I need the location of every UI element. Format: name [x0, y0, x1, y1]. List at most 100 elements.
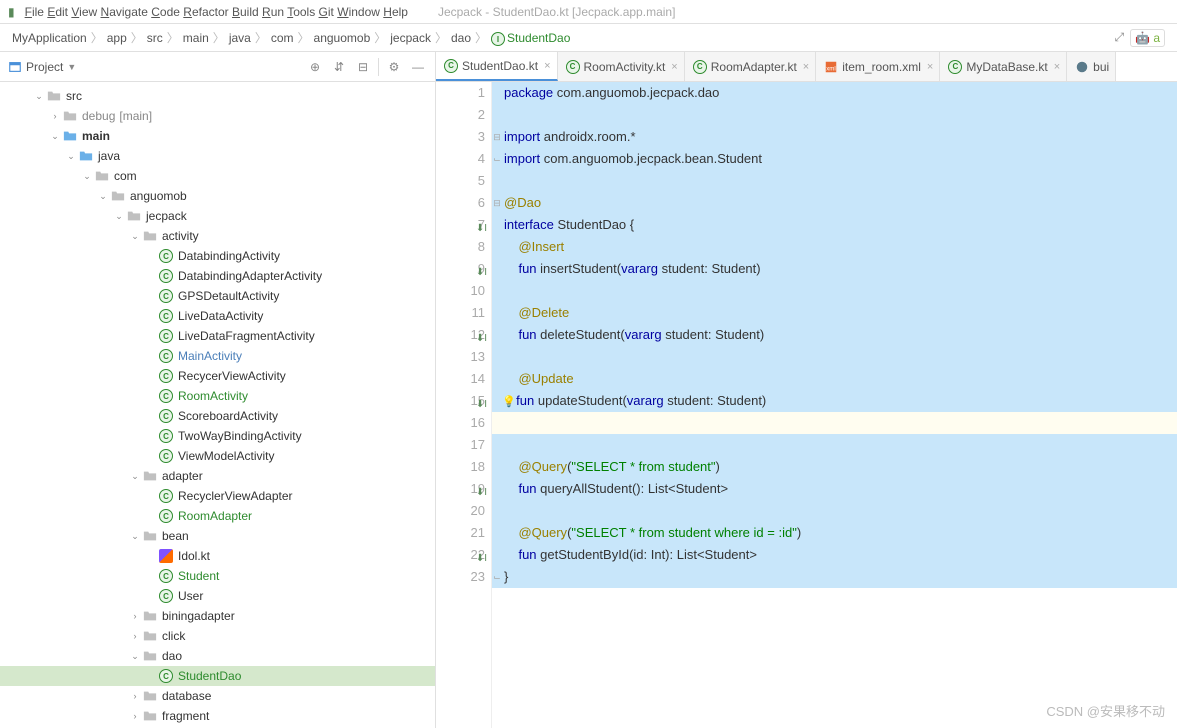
tree-item-scoreboardactivity[interactable]: CScoreboardActivity: [0, 406, 435, 426]
implements-icon[interactable]: ⬇I: [475, 482, 487, 494]
menu-navigate[interactable]: Navigate: [101, 5, 148, 19]
breadcrumb-app[interactable]: app: [103, 31, 131, 45]
code-line-8[interactable]: @Insert: [492, 236, 1177, 258]
code-line-16[interactable]: [492, 412, 1177, 434]
code-line-21[interactable]: @Query("SELECT * from student where id =…: [492, 522, 1177, 544]
gutter-line-13[interactable]: 13: [436, 346, 485, 368]
tree-arrow[interactable]: ⌄: [96, 191, 110, 202]
tree-arrow[interactable]: ⌄: [128, 231, 142, 242]
close-icon[interactable]: ×: [1054, 61, 1060, 73]
implements-icon[interactable]: ⬇I: [475, 394, 487, 406]
code-line-17[interactable]: [492, 434, 1177, 456]
code-line-9[interactable]: fun insertStudent(vararg student: Studen…: [492, 258, 1177, 280]
project-tree[interactable]: ⌄src›debug[main]⌄main⌄java⌄com⌄anguomob⌄…: [0, 82, 435, 728]
gear-icon[interactable]: ⚙: [385, 60, 403, 74]
android-icon[interactable]: 🤖 a: [1130, 29, 1165, 47]
gutter-line-3[interactable]: 3: [436, 126, 485, 148]
menu-view[interactable]: View: [71, 5, 97, 19]
tree-item-twowaybindingactivity[interactable]: CTwoWayBindingActivity: [0, 426, 435, 446]
tree-item-user[interactable]: CUser: [0, 586, 435, 606]
gutter-line-15[interactable]: 15⬇I: [436, 390, 485, 412]
close-icon[interactable]: ×: [803, 61, 809, 73]
gutter-line-9[interactable]: 9⬇I: [436, 258, 485, 280]
tab-bui[interactable]: bui: [1067, 52, 1116, 81]
tab-item_room-xml[interactable]: xmlitem_room.xml×: [816, 52, 940, 81]
tree-arrow[interactable]: ⌄: [128, 651, 142, 662]
code-line-20[interactable]: [492, 500, 1177, 522]
tree-arrow[interactable]: ⌄: [112, 211, 126, 222]
tree-item-idol.kt[interactable]: Idol.kt: [0, 546, 435, 566]
tree-item-com[interactable]: ⌄com: [0, 166, 435, 186]
code-line-19[interactable]: fun queryAllStudent(): List<Student>: [492, 478, 1177, 500]
gutter-line-1[interactable]: 1: [436, 82, 485, 104]
close-icon[interactable]: ×: [671, 61, 677, 73]
breadcrumb-java[interactable]: java: [225, 31, 255, 45]
collapse-icon[interactable]: ⊟: [354, 60, 372, 74]
editor-body[interactable]: 1234567⬇I89⬇I101112⬇I131415⬇I16171819⬇I2…: [436, 82, 1177, 728]
tree-item-java[interactable]: ⌄java: [0, 146, 435, 166]
gutter-line-14[interactable]: 14: [436, 368, 485, 390]
tree-item-jecpack[interactable]: ⌄jecpack: [0, 206, 435, 226]
tree-arrow[interactable]: ›: [48, 111, 62, 121]
menu-file[interactable]: File: [25, 5, 44, 19]
code-line-2[interactable]: [492, 104, 1177, 126]
build-icon[interactable]: ⤢: [1114, 30, 1124, 45]
tree-item-gpsdetaultactivity[interactable]: CGPSDetaultActivity: [0, 286, 435, 306]
breadcrumb-src[interactable]: src: [143, 31, 167, 45]
breadcrumb-anguomob[interactable]: anguomob: [310, 31, 375, 45]
implements-icon[interactable]: ⬇I: [475, 218, 487, 230]
tree-item-click[interactable]: ›click: [0, 626, 435, 646]
tree-item-activity[interactable]: ⌄activity: [0, 226, 435, 246]
gutter-line-12[interactable]: 12⬇I: [436, 324, 485, 346]
hide-icon[interactable]: —: [409, 60, 427, 74]
gutter-line-7[interactable]: 7⬇I: [436, 214, 485, 236]
tree-item-debug[interactable]: ›debug[main]: [0, 106, 435, 126]
tree-item-student[interactable]: CStudent: [0, 566, 435, 586]
gutter-line-19[interactable]: 19⬇I: [436, 478, 485, 500]
menu-help[interactable]: Help: [383, 5, 408, 19]
fold-icon[interactable]: ⊟: [492, 126, 502, 148]
breadcrumb-jecpack[interactable]: jecpack: [386, 31, 435, 45]
code-area[interactable]: package com.anguomob.jecpack.dao⊟import …: [492, 82, 1177, 728]
gutter-line-11[interactable]: 11: [436, 302, 485, 324]
gutter-line-17[interactable]: 17: [436, 434, 485, 456]
menu-build[interactable]: Build: [232, 5, 259, 19]
breadcrumb-dao[interactable]: dao: [447, 31, 475, 45]
code-line-11[interactable]: @Delete: [492, 302, 1177, 324]
tree-item-roomactivity[interactable]: CRoomActivity: [0, 386, 435, 406]
menu-git[interactable]: Git: [319, 5, 334, 19]
code-line-6[interactable]: ⊟@Dao: [492, 192, 1177, 214]
code-line-22[interactable]: fun getStudentById(id: Int): List<Studen…: [492, 544, 1177, 566]
tree-item-databindingactivity[interactable]: CDatabindingActivity: [0, 246, 435, 266]
menu-edit[interactable]: Edit: [47, 5, 68, 19]
tree-arrow[interactable]: ›: [128, 691, 142, 701]
project-view-selector[interactable]: Project ▼: [8, 60, 76, 74]
code-line-15[interactable]: 💡 fun updateStudent(vararg student: Stud…: [492, 390, 1177, 412]
tree-item-src[interactable]: ⌄src: [0, 86, 435, 106]
gutter-line-5[interactable]: 5: [436, 170, 485, 192]
tree-arrow[interactable]: ›: [128, 611, 142, 621]
menu-code[interactable]: Code: [151, 5, 180, 19]
fold-icon[interactable]: ⊟: [492, 192, 502, 214]
tree-item-main[interactable]: ⌄main: [0, 126, 435, 146]
tree-arrow[interactable]: ⌄: [128, 471, 142, 482]
tree-item-adapter[interactable]: ⌄adapter: [0, 466, 435, 486]
fold-end-icon[interactable]: ⌙: [492, 566, 502, 588]
tree-item-roomadapter[interactable]: CRoomAdapter: [0, 506, 435, 526]
tree-item-anguomob[interactable]: ⌄anguomob: [0, 186, 435, 206]
code-line-1[interactable]: package com.anguomob.jecpack.dao: [492, 82, 1177, 104]
locate-icon[interactable]: ⊕: [306, 60, 324, 74]
tree-arrow[interactable]: ›: [128, 631, 142, 641]
gutter-line-23[interactable]: 23: [436, 566, 485, 588]
tree-arrow[interactable]: ›: [128, 711, 142, 721]
gutter-line-10[interactable]: 10: [436, 280, 485, 302]
breadcrumb-com[interactable]: com: [267, 31, 298, 45]
code-line-14[interactable]: @Update: [492, 368, 1177, 390]
tree-item-database[interactable]: ›database: [0, 686, 435, 706]
menu-refactor[interactable]: Refactor: [183, 5, 228, 19]
tree-item-mainactivity[interactable]: CMainActivity: [0, 346, 435, 366]
menu-tools[interactable]: Tools: [287, 5, 315, 19]
tree-item-recycerviewactivity[interactable]: CRecycerViewActivity: [0, 366, 435, 386]
gutter-line-2[interactable]: 2: [436, 104, 485, 126]
gutter-line-22[interactable]: 22⬇I: [436, 544, 485, 566]
